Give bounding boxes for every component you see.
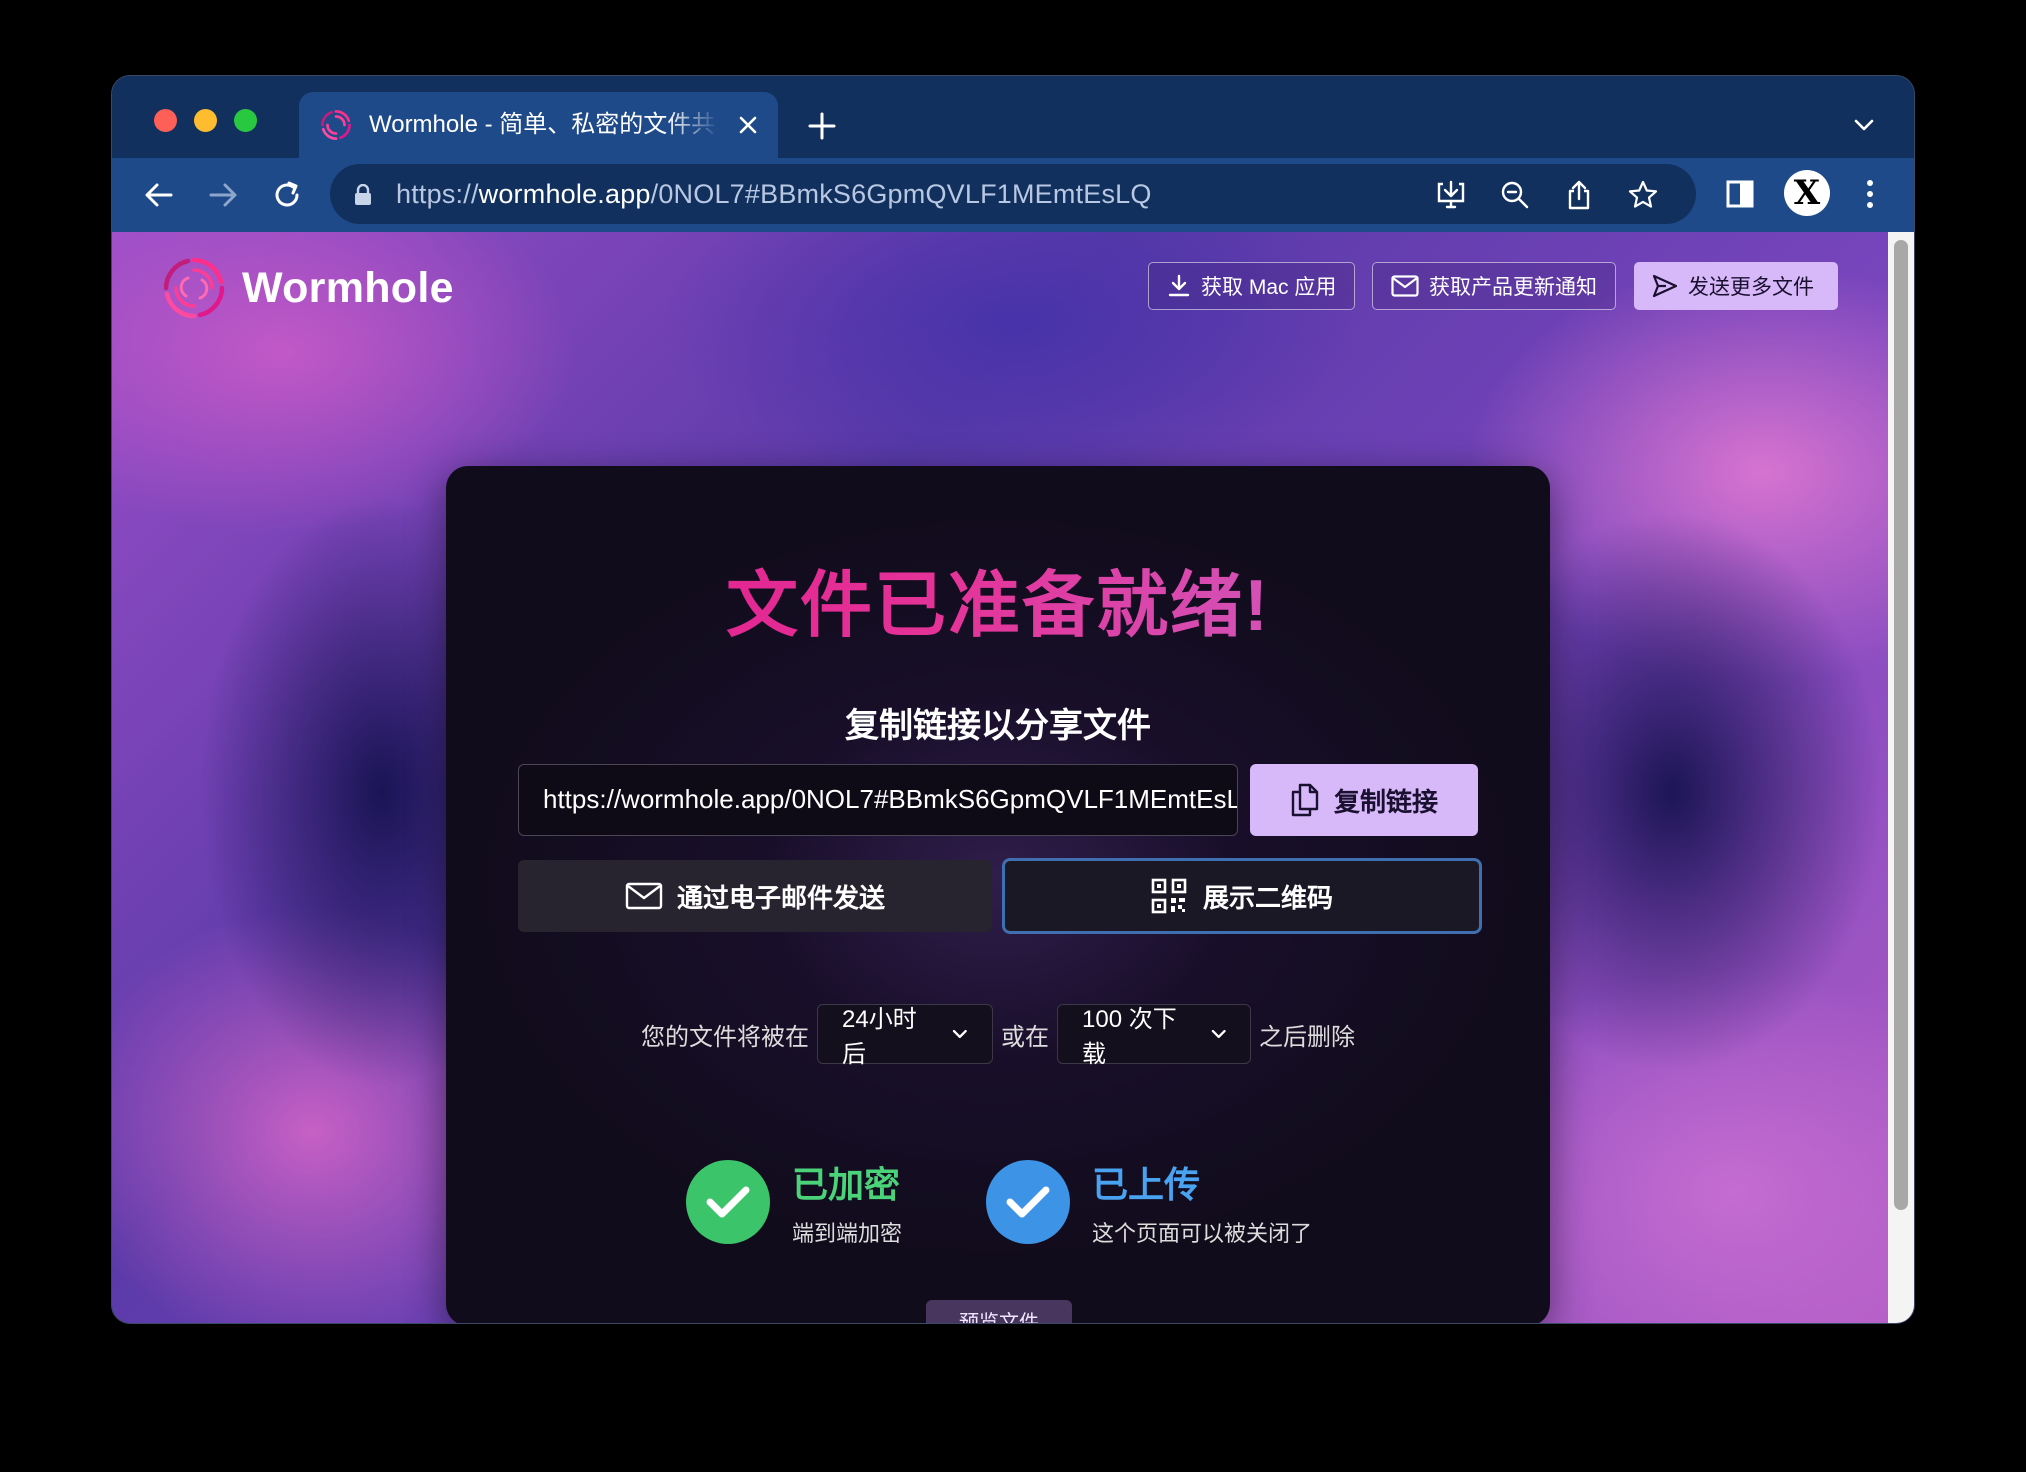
copy-link-label: 复制链接: [1333, 786, 1438, 817]
uploaded-status: 已上传 这个页面可以被关闭了: [986, 1156, 1312, 1248]
share-link-field[interactable]: https://wormhole.app/0NOL7#BBmkS6GpmQVLF…: [518, 764, 1238, 836]
browser-menu-button[interactable]: [1850, 174, 1890, 214]
close-icon[interactable]: [736, 113, 760, 137]
wormhole-logo-icon: [321, 110, 351, 140]
tab-wormhole[interactable]: Wormhole - 简单、私密的文件共享: [299, 92, 778, 158]
browser-window: Wormhole - 简单、私密的文件共享 https://wormhole.a…: [112, 76, 1914, 1323]
bookmark-button[interactable]: [1626, 178, 1660, 212]
send-more-files-label: 发送更多文件: [1688, 276, 1814, 299]
show-qr-button[interactable]: 展示二维码: [1002, 858, 1482, 934]
install-app-icon: [1437, 180, 1465, 209]
url-text: https://wormhole.app/0NOL7#BBmkS6GpmQVLF…: [396, 179, 1152, 209]
encrypted-title: 已加密: [792, 1164, 901, 1205]
chevron-down-icon: [953, 1029, 968, 1039]
download-icon: [1168, 274, 1190, 297]
reload-icon: [275, 181, 299, 207]
expiry-downloads-select[interactable]: 100 次下载: [1057, 1004, 1251, 1068]
qr-code-icon: [1151, 878, 1187, 914]
side-panel-icon: [1726, 180, 1754, 208]
get-updates-label: 获取产品更新通知: [1429, 276, 1597, 299]
star-icon: [1628, 180, 1658, 208]
share-card: 文件已准备就绪! 复制链接以分享文件 https://wormhole.app/…: [446, 466, 1550, 1323]
more-vertical-icon: [1867, 180, 1873, 208]
expiry-or: 或在: [1001, 1023, 1049, 1051]
uploaded-desc: 这个页面可以被关闭了: [1092, 1221, 1313, 1246]
share-subtitle: 复制链接以分享文件: [845, 707, 1151, 745]
maximize-window-button[interactable]: [234, 109, 257, 132]
check-icon: [686, 1160, 770, 1244]
copy-icon: [1291, 783, 1319, 817]
brand[interactable]: Wormhole: [162, 256, 454, 320]
page-title: 文件已准备就绪!: [446, 546, 1550, 651]
copy-link-button[interactable]: 复制链接: [1250, 764, 1478, 836]
expiry-time-select[interactable]: 24小时后: [817, 1004, 993, 1068]
lock-icon: [355, 184, 371, 205]
forward-button[interactable]: [204, 176, 242, 214]
scrollbar-thumb[interactable]: [1894, 240, 1908, 1210]
tab-title: Wormhole - 简单、私密的文件共享: [369, 111, 719, 138]
chevron-down-icon[interactable]: [1852, 116, 1876, 134]
arrow-right-icon: [209, 183, 237, 207]
expiry-suffix: 之后删除: [1259, 1023, 1355, 1051]
wormhole-logo-icon: [163, 257, 225, 319]
get-updates-button[interactable]: 获取产品更新通知: [1372, 262, 1616, 310]
encrypted-desc: 端到端加密: [792, 1221, 903, 1246]
close-window-button[interactable]: [154, 109, 177, 132]
send-email-label: 通过电子邮件发送: [676, 882, 885, 913]
get-mac-app-label: 获取 Mac 应用: [1201, 276, 1337, 299]
scrollbar[interactable]: [1888, 232, 1914, 1323]
share-icon: [1568, 180, 1590, 210]
uploaded-title: 已上传: [1092, 1164, 1201, 1205]
zoom-out-icon: [1501, 181, 1529, 209]
profile-avatar[interactable]: X: [1784, 170, 1830, 216]
send-email-button[interactable]: 通过电子邮件发送: [518, 860, 992, 932]
expiry-prefix: 您的文件将被在: [641, 1023, 809, 1051]
zoom-button[interactable]: [1498, 178, 1532, 212]
expiry-time-value: 24小时后: [842, 1006, 917, 1068]
arrow-left-icon: [145, 183, 173, 207]
expiry-settings: 您的文件将被在 24小时后 或在 100 次下载 之后删除: [446, 1004, 1550, 1068]
reload-button[interactable]: [268, 176, 306, 214]
back-button[interactable]: [140, 176, 178, 214]
page-viewport: Wormhole 获取 Mac 应用 获取产品更新通知 发送更多文件 文件已准备…: [112, 232, 1914, 1323]
show-qr-label: 展示二维码: [1202, 882, 1333, 913]
minimize-window-button[interactable]: [194, 109, 217, 132]
address-bar[interactable]: https://wormhole.app/0NOL7#BBmkS6GpmQVLF…: [330, 164, 1696, 224]
check-icon: [986, 1160, 1070, 1244]
plus-icon[interactable]: [806, 110, 838, 142]
browser-toolbar: https://wormhole.app/0NOL7#BBmkS6GpmQVLF…: [112, 158, 1914, 232]
expiry-downloads-value: 100 次下载: [1082, 1006, 1177, 1068]
send-more-files-button[interactable]: 发送更多文件: [1634, 262, 1838, 310]
brand-name: Wormhole: [242, 263, 454, 312]
side-panel-button[interactable]: [1720, 174, 1760, 214]
install-app-button[interactable]: [1434, 178, 1468, 212]
share-button[interactable]: [1562, 178, 1596, 212]
get-mac-app-button[interactable]: 获取 Mac 应用: [1148, 262, 1356, 310]
chevron-down-icon: [1211, 1029, 1226, 1039]
mail-icon: [1391, 275, 1419, 297]
send-icon: [1652, 274, 1678, 298]
encrypted-status: 已加密 端到端加密: [686, 1156, 902, 1248]
preview-files-button[interactable]: 预览文件: [926, 1300, 1072, 1323]
tab-bar: Wormhole - 简单、私密的文件共享: [112, 76, 1914, 158]
mail-icon: [625, 882, 663, 910]
